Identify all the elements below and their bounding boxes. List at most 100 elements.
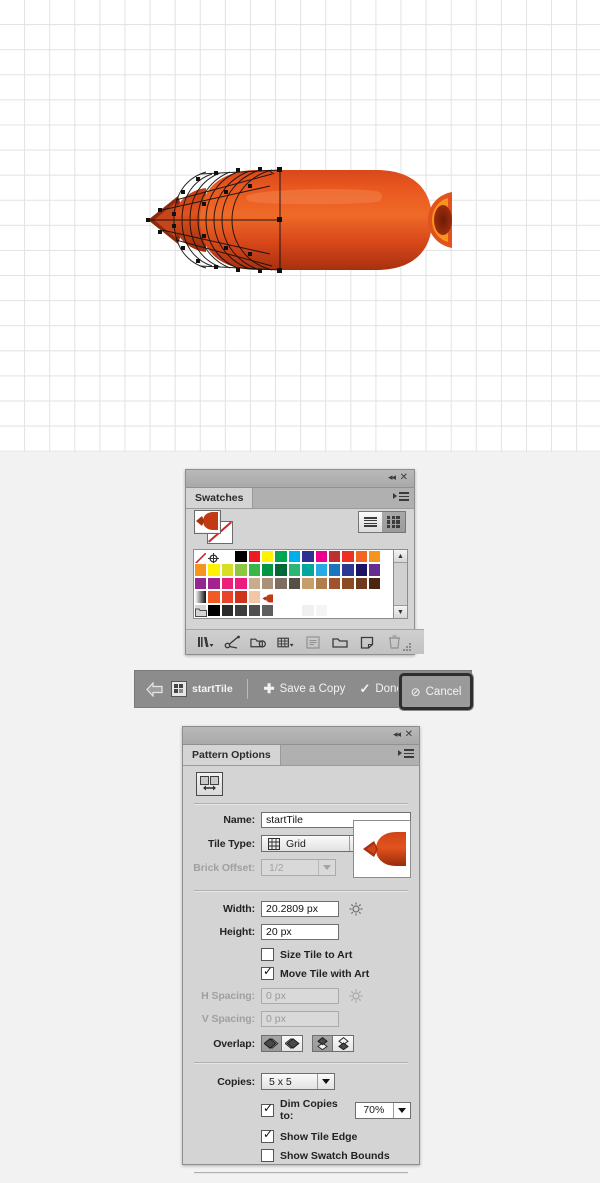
swatch-color[interactable] [260, 616, 275, 618]
swatch-color[interactable] [220, 576, 235, 591]
delete-swatch-icon[interactable] [385, 634, 403, 650]
swatch-color[interactable] [341, 550, 355, 564]
overlap-bottom-in-front-button[interactable] [333, 1035, 354, 1052]
link-width-height-icon[interactable] [348, 901, 364, 917]
swatch-color[interactable] [368, 563, 382, 577]
pattern-tile-edit-tool-button[interactable] [196, 772, 223, 796]
link-color-harmony-icon[interactable] [223, 634, 241, 650]
close-icon[interactable]: ✕ [405, 730, 413, 740]
swatch-color[interactable] [287, 576, 302, 591]
swatch-empty[interactable] [274, 604, 287, 617]
show-swatch-kinds-menu-icon[interactable] [250, 634, 268, 650]
overlap-left-in-front-button[interactable] [261, 1035, 282, 1052]
swatch-color[interactable] [247, 603, 261, 617]
swatch-color[interactable] [234, 616, 248, 618]
swatch-color[interactable] [234, 563, 248, 577]
artboard-canvas[interactable] [0, 0, 600, 452]
swatch-color[interactable] [207, 590, 221, 604]
swatch-color[interactable] [274, 563, 288, 577]
back-arrow-icon[interactable] [146, 680, 163, 698]
close-icon[interactable]: ✕ [400, 473, 408, 483]
cancel-button[interactable]: ⊘ Cancel [399, 673, 473, 710]
swatch-color[interactable] [260, 576, 275, 591]
swatch-color[interactable] [247, 590, 261, 604]
done-button[interactable]: ✓ Done [359, 681, 402, 697]
overlap-top-in-front-button[interactable] [312, 1035, 333, 1052]
swatch-color[interactable] [247, 616, 261, 618]
swatch-color[interactable] [207, 563, 221, 577]
swatch-color[interactable] [247, 576, 261, 591]
swatch-libraries-menu-icon[interactable] [196, 634, 214, 650]
swatch-none[interactable] [194, 550, 208, 565]
swatch-color[interactable] [314, 576, 328, 591]
tile-type-select[interactable]: Grid [261, 835, 367, 852]
fill-stroke-indicator[interactable] [194, 510, 234, 544]
swatch-startTile-pattern[interactable] [260, 590, 275, 605]
sausage-artwork[interactable] [140, 160, 460, 280]
new-swatch-icon[interactable] [358, 634, 376, 650]
scroll-up-icon[interactable]: ▲ [394, 550, 407, 563]
swatch-color-group-folder[interactable] [194, 616, 208, 618]
show-tile-edge-checkbox[interactable]: ✓ Show Tile Edge [261, 1128, 411, 1143]
swatch-color[interactable] [301, 576, 315, 591]
pattern-options-titlebar[interactable]: ◂◂ ✕ [183, 727, 419, 745]
swatch-color[interactable] [354, 550, 369, 564]
swatch-color[interactable] [354, 563, 369, 577]
swatch-color[interactable] [341, 576, 355, 591]
swatch-color[interactable] [274, 616, 288, 618]
swatch-color-group-folder[interactable] [194, 603, 208, 617]
dim-copies-checkbox[interactable]: ✓ [261, 1102, 274, 1117]
swatch-color[interactable] [274, 550, 288, 564]
swatch-color[interactable] [207, 603, 221, 617]
width-input[interactable]: 20.2809 px [261, 901, 339, 917]
swatch-color[interactable] [354, 576, 369, 591]
swatch-color[interactable] [234, 576, 248, 591]
scroll-down-icon[interactable]: ▼ [394, 605, 407, 618]
swatch-color[interactable] [314, 563, 328, 577]
save-a-copy-button[interactable]: ✚ Save a Copy [264, 681, 346, 697]
overlap-right-in-front-button[interactable] [282, 1035, 303, 1052]
panel-menu-icon[interactable] [398, 749, 414, 760]
swatch-color[interactable] [220, 590, 235, 604]
swatch-color[interactable] [287, 550, 302, 564]
swatches-titlebar[interactable]: ◂◂ ✕ [186, 470, 414, 488]
grid-view-icon[interactable] [382, 512, 405, 532]
chevron-down-icon[interactable] [318, 1079, 334, 1084]
swatch-grid[interactable]: ▲ ▼ startTile [193, 549, 408, 619]
collapse-icon[interactable]: ◂◂ [388, 473, 396, 483]
swatch-color[interactable] [327, 576, 342, 591]
swatch-color[interactable] [327, 563, 342, 577]
swatch-color[interactable] [301, 603, 315, 617]
swatch-color[interactable] [314, 603, 328, 617]
swatch-color[interactable] [207, 576, 221, 591]
swatch-color[interactable] [194, 563, 208, 577]
swatch-color[interactable] [220, 550, 235, 564]
pattern-edit-bar[interactable]: startTile ✚ Save a Copy ✓ Done ⊘ Cancel [134, 670, 473, 710]
new-color-group-icon[interactable] [331, 634, 349, 650]
swatch-color[interactable] [194, 576, 208, 591]
swatch-gradient[interactable] [194, 590, 208, 604]
swatches-panel[interactable]: ◂◂ ✕ Swatches ▲ ▼ [185, 469, 424, 655]
dim-copies-select[interactable]: 70% [355, 1101, 411, 1119]
swatch-color[interactable] [260, 563, 275, 577]
swatch-color[interactable] [341, 563, 355, 577]
swatch-color[interactable] [368, 550, 382, 564]
swatch-color[interactable] [220, 616, 235, 618]
tab-swatches[interactable]: Swatches [186, 488, 254, 508]
swatch-color[interactable] [247, 550, 261, 564]
swatch-color[interactable] [274, 576, 288, 591]
chevron-down-icon[interactable] [394, 1107, 410, 1113]
resize-grip[interactable] [403, 643, 412, 652]
swatch-empty[interactable] [288, 604, 301, 617]
swatch-color[interactable] [260, 603, 275, 617]
swatch-registration[interactable] [207, 550, 221, 564]
swatch-color[interactable] [220, 563, 235, 577]
swatch-color[interactable] [247, 563, 261, 577]
swatch-color[interactable] [234, 590, 248, 604]
list-view-icon[interactable] [359, 512, 382, 532]
fill-swatch-pattern[interactable] [194, 510, 221, 534]
tab-pattern-options[interactable]: Pattern Options [183, 745, 281, 765]
panel-menu-icon[interactable] [393, 492, 409, 503]
swatch-color[interactable] [301, 550, 315, 564]
copies-select[interactable]: 5 x 5 [261, 1073, 335, 1090]
